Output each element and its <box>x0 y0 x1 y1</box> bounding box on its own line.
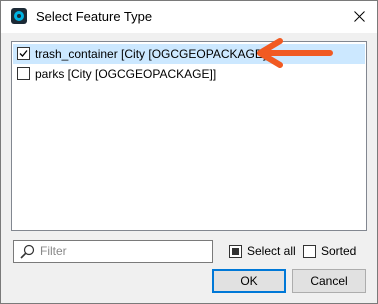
feature-label: trash_container [City [OGCGEOPACKAGE]] <box>35 47 270 61</box>
dialog-title: Select Feature Type <box>36 9 153 24</box>
close-button[interactable] <box>341 1 377 33</box>
select-all-box[interactable] <box>229 245 242 258</box>
filter-field[interactable] <box>13 240 213 263</box>
checkmark-icon <box>19 50 28 57</box>
close-icon <box>354 11 365 22</box>
select-all-label: Select all <box>247 244 296 258</box>
app-logo-icon <box>11 8 27 24</box>
sorted-label: Sorted <box>321 244 357 258</box>
cancel-button[interactable]: Cancel <box>292 269 366 293</box>
feature-label: parks [City [OGCGEOPACKAGE]] <box>35 67 217 81</box>
feature-type-list[interactable]: trash_container [City [OGCGEOPACKAGE]] p… <box>11 41 367 231</box>
select-feature-type-dialog: Select Feature Type trash_container [Cit… <box>0 0 378 304</box>
feature-checkbox[interactable] <box>17 47 30 60</box>
feature-checkbox[interactable] <box>17 67 30 80</box>
filter-input[interactable] <box>40 242 208 260</box>
ok-button[interactable]: OK <box>212 269 286 293</box>
list-item[interactable]: parks [City [OGCGEOPACKAGE]] <box>13 64 365 84</box>
sorted-box[interactable] <box>303 245 316 258</box>
list-item[interactable]: trash_container [City [OGCGEOPACKAGE]] <box>13 44 365 64</box>
search-icon <box>20 244 35 259</box>
title-bar: Select Feature Type <box>1 1 377 33</box>
